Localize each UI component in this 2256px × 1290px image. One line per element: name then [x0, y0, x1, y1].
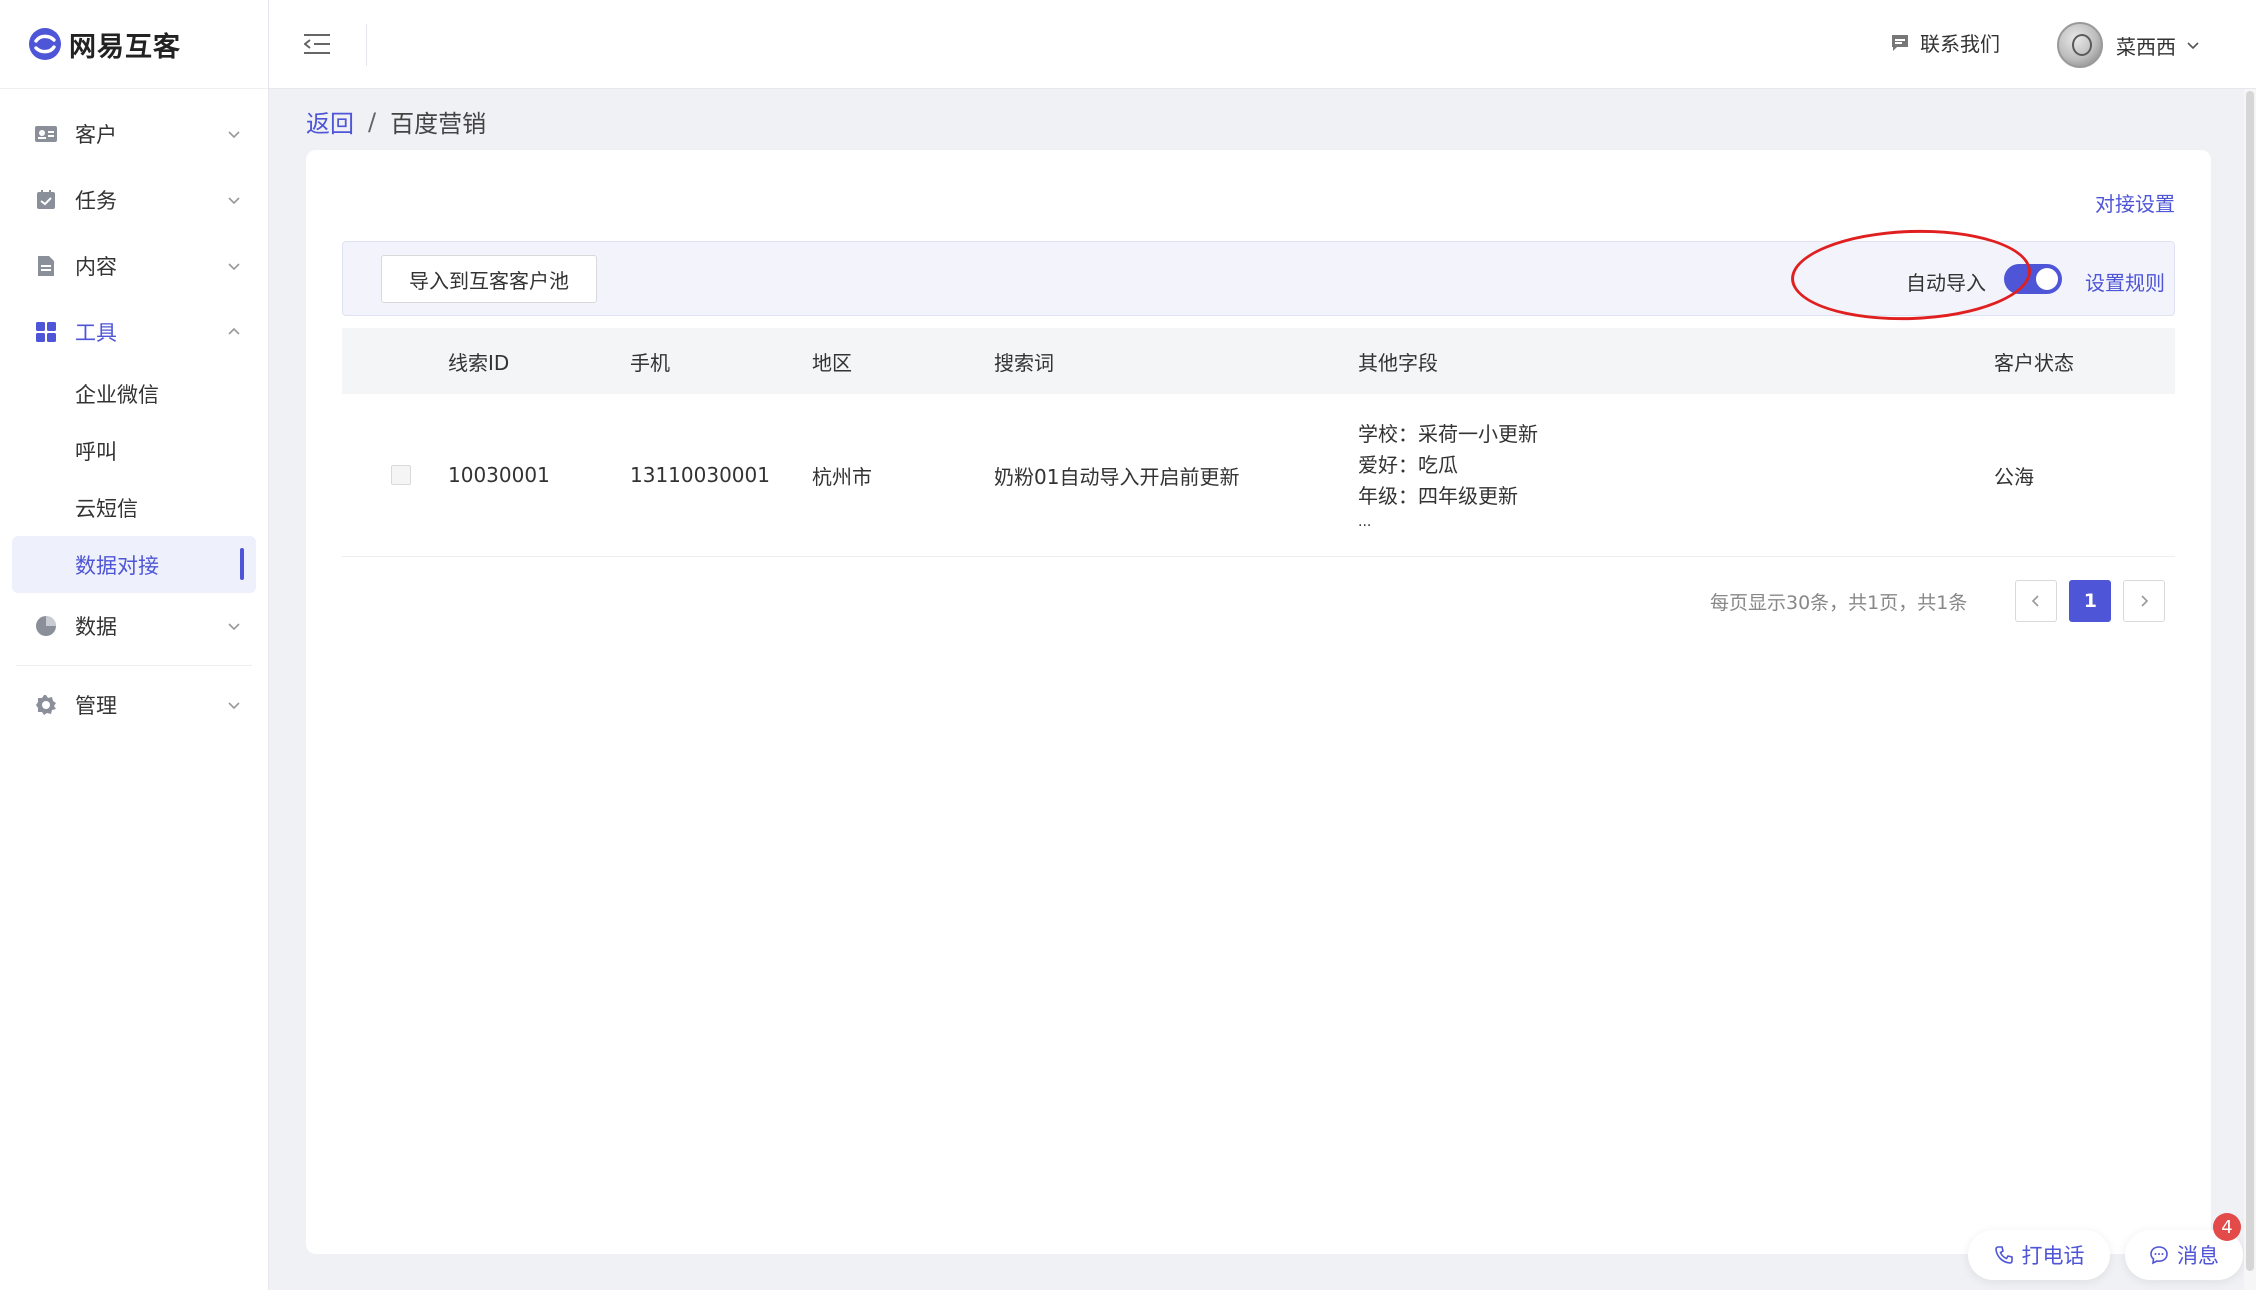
chevron-right-icon: [2141, 595, 2149, 607]
call-label: 打电话: [2021, 1244, 2085, 1268]
import-to-pool-button[interactable]: 导入到互客客户池: [381, 255, 597, 303]
column-header: 手机: [630, 350, 670, 375]
chevron-down-icon: [228, 623, 240, 631]
user-menu[interactable]: 菜西西: [2057, 22, 2200, 68]
user-name: 菜西西: [2116, 34, 2176, 59]
menu-divider: [16, 665, 252, 666]
topbar: 联系我们 菜西西: [269, 0, 2256, 89]
sidebar-subitem-label: 云短信: [75, 496, 138, 521]
chevron-down-icon: [228, 263, 240, 271]
column-header: 地区: [812, 350, 852, 375]
calendar-check-icon: [34, 188, 58, 212]
scrollbar[interactable]: [2244, 89, 2256, 1290]
pie-chart-icon: [34, 614, 58, 638]
unread-badge: 4: [2213, 1213, 2241, 1241]
integration-settings-link[interactable]: 对接设置: [2095, 188, 2175, 217]
sidebar-item-label: 任务: [75, 189, 117, 213]
app-name: 网易互客: [69, 31, 181, 63]
column-header: 其他字段: [1358, 350, 1438, 375]
lead-phone: 13110030001: [630, 463, 770, 487]
toggle-knob: [2036, 268, 2058, 290]
collapse-menu-icon[interactable]: [304, 32, 330, 56]
chevron-down-icon: [228, 197, 240, 205]
row-check-cell: [342, 465, 448, 485]
sidebar-menu: 客户 任务 内容 工具 企业微信 呼叫 云短信 数据对接 数据 管理: [0, 89, 268, 738]
sidebar-item-content[interactable]: 内容: [0, 233, 268, 299]
sidebar-item-manage[interactable]: 管理: [0, 672, 268, 738]
row-checkbox[interactable]: [391, 465, 411, 485]
chat-icon: [2150, 1246, 2168, 1265]
chevron-down-icon: [228, 702, 240, 710]
gear-icon: [34, 693, 58, 717]
grid-icon: [34, 320, 58, 344]
breadcrumb-current: 百度营销: [390, 110, 487, 138]
sidebar-subitem-sms[interactable]: 云短信: [12, 479, 256, 536]
page-number-button[interactable]: 1: [2069, 580, 2112, 622]
next-page-button[interactable]: [2123, 580, 2166, 622]
breadcrumb-back-link[interactable]: 返回: [306, 104, 354, 139]
other-field-line: 学校：采荷一小更新: [1358, 421, 1538, 446]
sidebar-subitem-label: 数据对接: [75, 553, 159, 578]
contact-card-icon: [34, 122, 58, 146]
app-logo[interactable]: 网易互客: [0, 0, 268, 89]
sidebar-subitem-data-integration[interactable]: 数据对接: [12, 536, 256, 593]
sidebar-item-data[interactable]: 数据: [0, 593, 268, 659]
column-header: 客户状态: [1994, 350, 2074, 375]
leads-table: 线索ID 手机 地区 搜索词 其他字段 客户状态 10030001 131100…: [342, 328, 2175, 557]
lead-region: 杭州市: [812, 464, 872, 489]
messages-label: 消息: [2177, 1244, 2219, 1268]
prev-page-button[interactable]: [2015, 580, 2058, 622]
sidebar-item-label: 工具: [75, 321, 117, 345]
lead-other-fields: 学校：采荷一小更新 爱好：吃瓜 年级：四年级更新 ...: [1358, 422, 1994, 529]
contact-us-label: 联系我们: [1920, 32, 2000, 56]
sidebar-item-task[interactable]: 任务: [0, 167, 268, 233]
sidebar-item-label: 管理: [75, 694, 117, 718]
sidebar-subitem-label: 企业微信: [75, 382, 159, 407]
main-card: 对接设置 导入到互客客户池 自动导入 设置规则 线索ID 手机 地区 搜索词 其…: [306, 150, 2211, 1254]
breadcrumb-separator: /: [368, 107, 377, 136]
logo-icon: [29, 28, 61, 60]
chevron-left-icon: [2032, 595, 2039, 607]
phone-icon: [1994, 1246, 2013, 1264]
sidebar-subitem-label: 呼叫: [75, 439, 117, 464]
other-field-line: 年级：四年级更新: [1358, 483, 1518, 508]
chevron-down-icon: [2187, 42, 2199, 50]
page-info: 每页显示30条，共1页，共1条: [1710, 591, 1968, 614]
sidebar-subitem-wecom[interactable]: 企业微信: [12, 365, 256, 422]
table-row[interactable]: 10030001 13110030001 杭州市 奶粉01自动导入开启前更新 学…: [342, 394, 2175, 557]
breadcrumb: 返回 / 百度营销: [306, 104, 486, 139]
chevron-down-icon: [228, 131, 240, 139]
sidebar-item-customer[interactable]: 客户: [0, 101, 268, 167]
pagination: 每页显示30条，共1页，共1条 1: [1710, 580, 2166, 622]
column-header: 搜索词: [994, 350, 1054, 375]
topbar-divider: [366, 24, 367, 66]
chevron-up-icon: [228, 327, 240, 335]
sidebar-item-label: 数据: [75, 615, 117, 639]
set-rules-link[interactable]: 设置规则: [2085, 267, 2165, 296]
lead-status: 公海: [1994, 464, 2034, 489]
sidebar-item-label: 内容: [75, 255, 117, 279]
lead-id: 10030001: [448, 463, 550, 487]
avatar: [2057, 22, 2103, 68]
chat-bubble-icon: [1892, 34, 1908, 51]
lead-keyword: 奶粉01自动导入开启前更新: [994, 464, 1240, 489]
sidebar: 网易互客 客户 任务 内容 工具 企业微信 呼叫 云短信 数据对接 数据 管理: [0, 0, 269, 1290]
column-header: 线索ID: [448, 350, 510, 375]
table-header: 线索ID 手机 地区 搜索词 其他字段 客户状态: [342, 328, 2175, 394]
sidebar-item-label: 客户: [75, 123, 117, 147]
messages-button[interactable]: 消息 4: [2125, 1213, 2243, 1280]
document-icon: [34, 254, 58, 278]
call-button[interactable]: 打电话: [1968, 1230, 2110, 1280]
contact-us-button[interactable]: 联系我们: [1890, 28, 2000, 57]
scrollbar-thumb[interactable]: [2246, 91, 2254, 1271]
sidebar-subitem-call[interactable]: 呼叫: [12, 422, 256, 479]
other-field-line: 爱好：吃瓜: [1358, 452, 1458, 477]
sidebar-item-tools[interactable]: 工具: [0, 299, 268, 365]
other-field-more[interactable]: ...: [1358, 515, 1994, 529]
